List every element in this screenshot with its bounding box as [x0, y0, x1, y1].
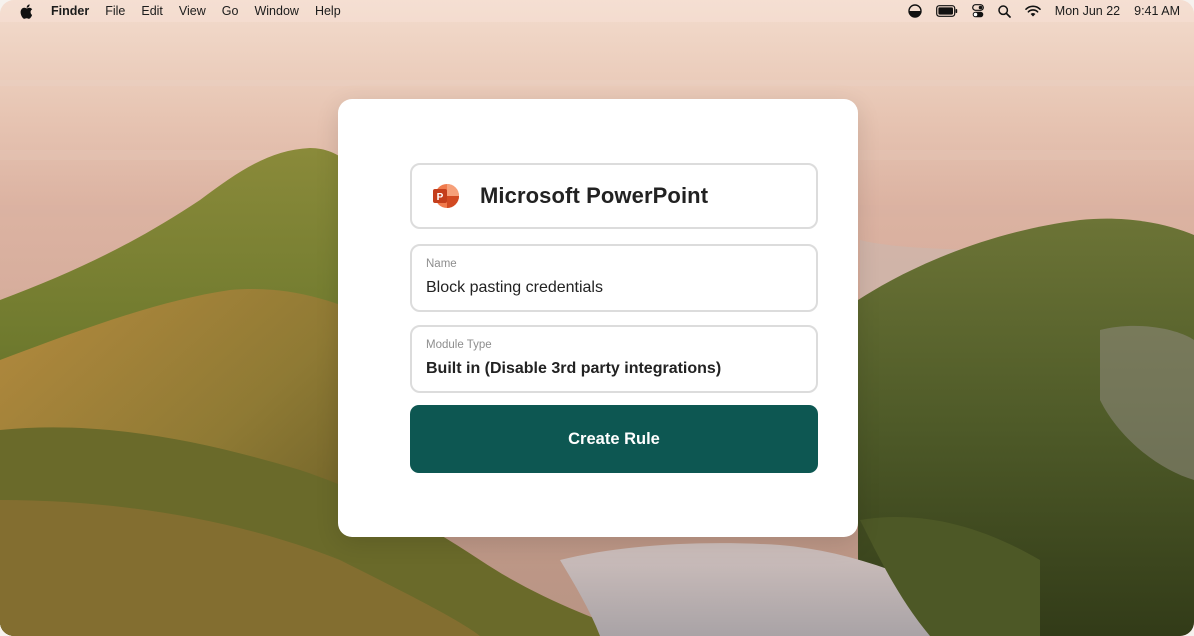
apple-icon[interactable]	[20, 3, 34, 19]
menu-finder[interactable]: Finder	[51, 0, 89, 22]
rule-card: P Microsoft PowerPoint Name Block pastin…	[338, 99, 858, 537]
name-field[interactable]: Name Block pasting credentials	[410, 244, 818, 312]
powerpoint-icon: P	[433, 184, 459, 208]
menu-view[interactable]: View	[179, 0, 206, 22]
menu-window[interactable]: Window	[254, 0, 298, 22]
desktop: Finder File Edit View Go Window Help Mon…	[0, 0, 1194, 636]
app-selector[interactable]: P Microsoft PowerPoint	[410, 163, 818, 229]
app-name: Microsoft PowerPoint	[480, 183, 709, 208]
menu-time[interactable]: 9:41 AM	[1134, 4, 1180, 18]
menu-go[interactable]: Go	[222, 0, 239, 22]
menu-help[interactable]: Help	[315, 0, 341, 22]
menu-edit[interactable]: Edit	[141, 0, 163, 22]
menu-bar: Finder File Edit View Go Window Help Mon…	[0, 0, 1194, 22]
battery-icon[interactable]	[935, 5, 958, 17]
name-field-label: Name	[426, 258, 457, 270]
svg-text:P: P	[437, 192, 444, 203]
module-type-label: Module Type	[426, 339, 492, 351]
create-rule-button[interactable]: Create Rule	[410, 405, 818, 473]
menu-bar-left: Finder File Edit View Go Window Help	[0, 0, 357, 22]
wifi-icon[interactable]	[1024, 5, 1041, 17]
menu-date[interactable]: Mon Jun 22	[1055, 4, 1120, 18]
search-icon[interactable]	[998, 4, 1011, 18]
name-field-value[interactable]: Block pasting credentials	[426, 279, 603, 297]
menu-bar-right: Mon Jun 22 9:41 AM	[894, 0, 1180, 22]
appearance-icon[interactable]	[908, 4, 922, 18]
menu-file[interactable]: File	[105, 0, 125, 22]
control-center-icon[interactable]	[971, 4, 984, 18]
module-type-value[interactable]: Built in (Disable 3rd party integrations…	[426, 360, 721, 378]
module-type-field[interactable]: Module Type Built in (Disable 3rd party …	[410, 325, 818, 393]
